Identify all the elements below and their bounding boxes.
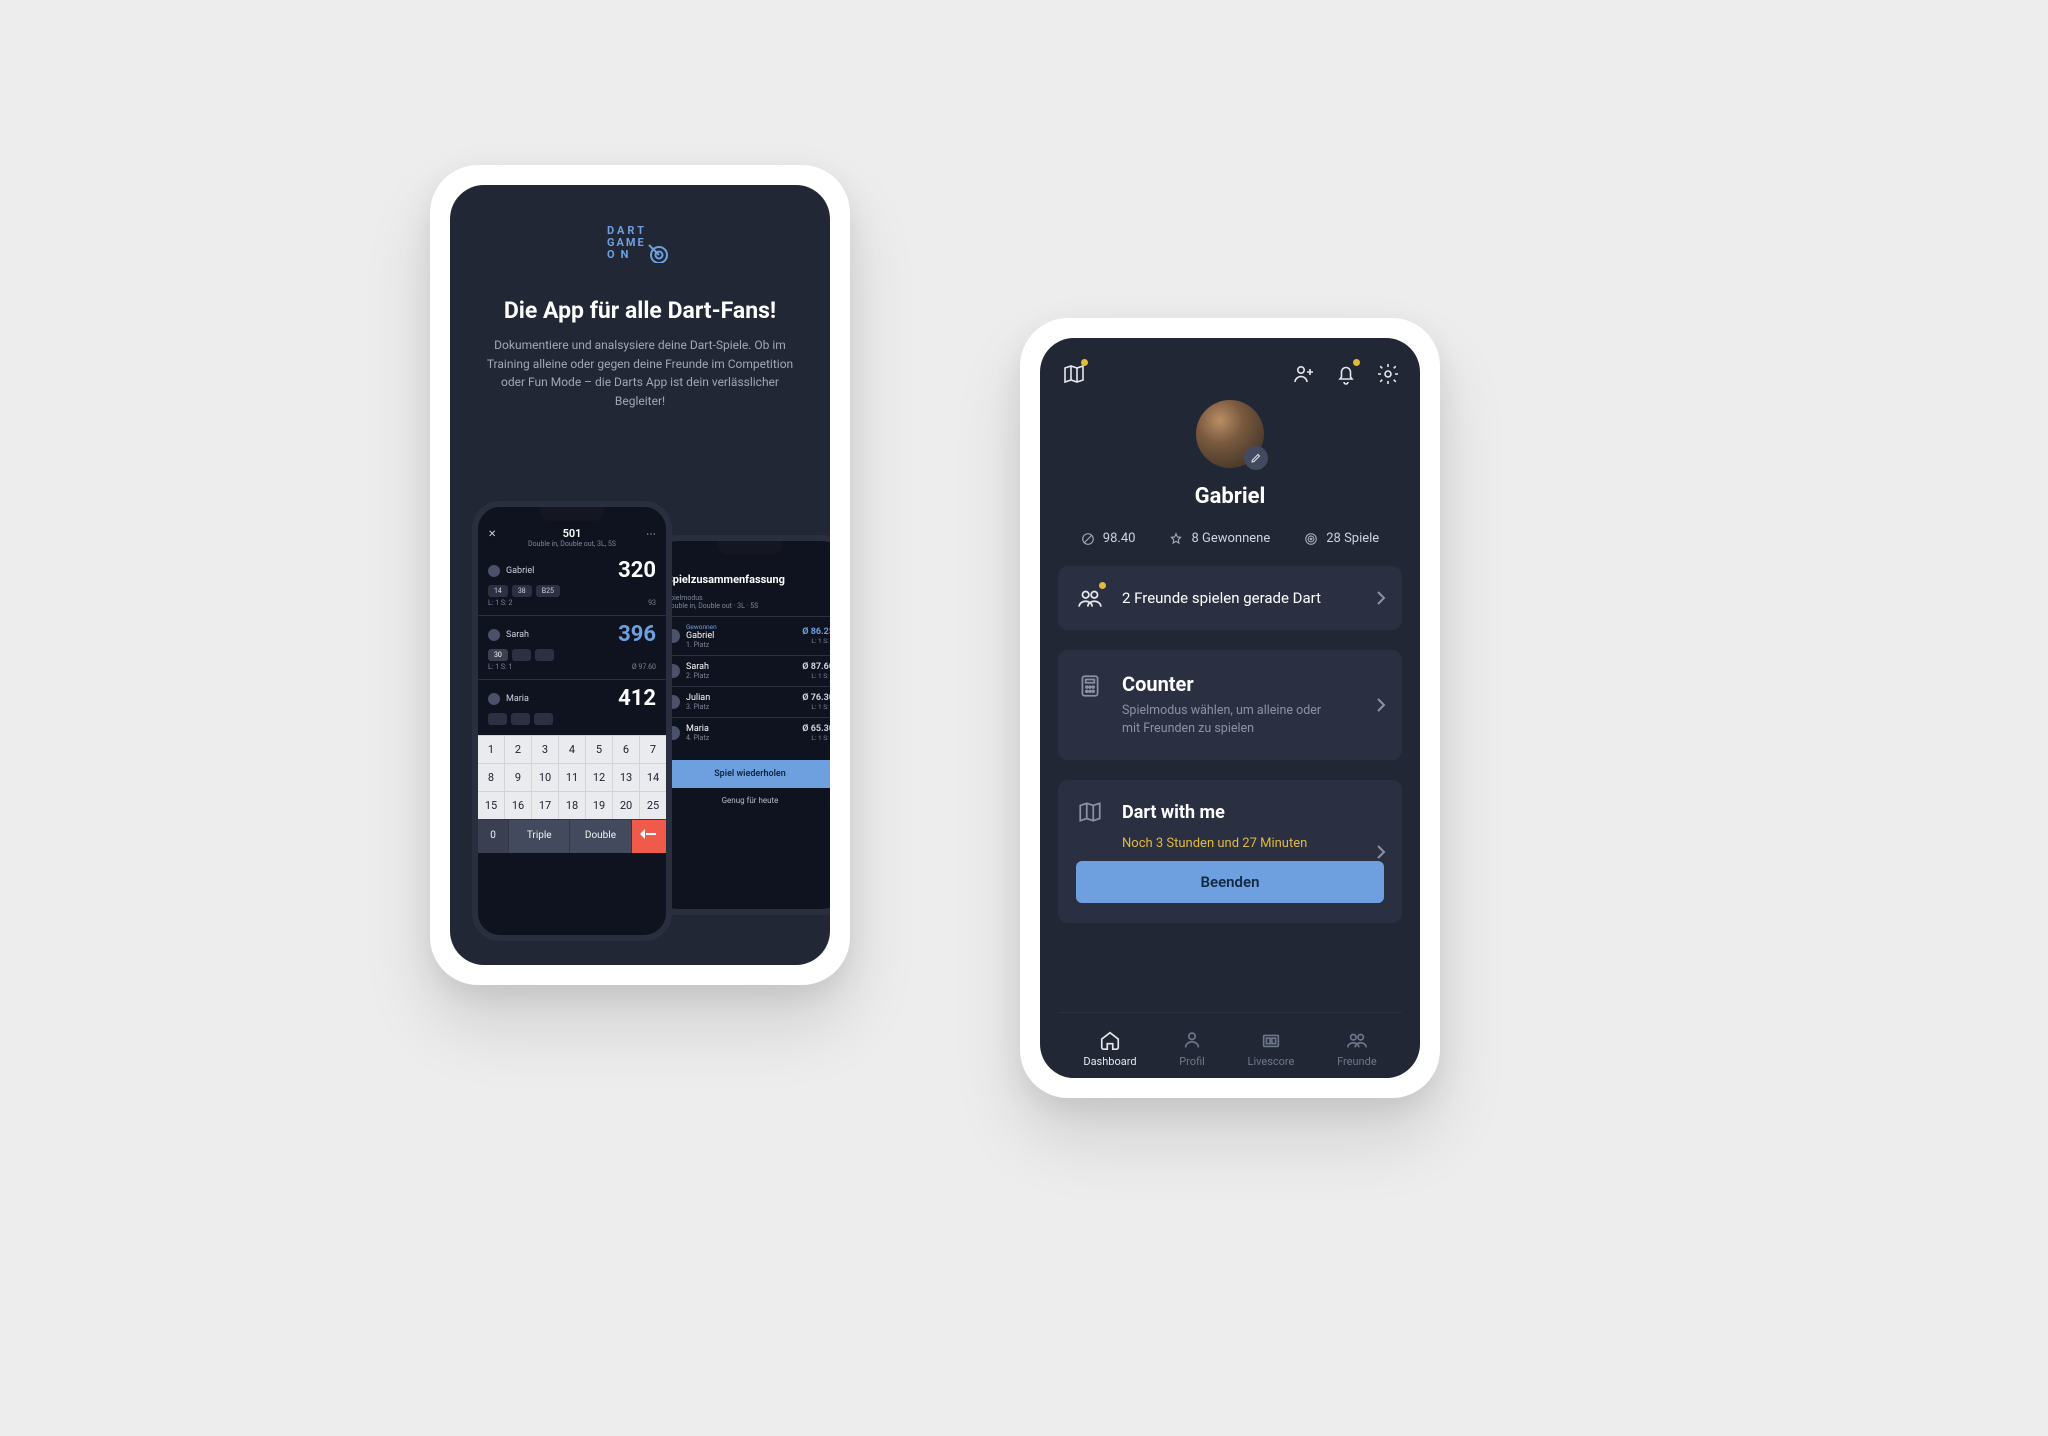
avg-icon: [1081, 532, 1095, 546]
friends-icon: [1346, 1029, 1368, 1051]
star-icon: [1169, 532, 1183, 546]
more-icon[interactable]: ⋯: [646, 529, 656, 540]
mockup-scoreboard-phone: ✕ 501 Double in, Double out, 3L, 5S ⋯ Ga…: [472, 501, 672, 941]
profile-header: Gabriel: [1058, 400, 1402, 509]
users-icon: [1076, 584, 1104, 612]
tab-livescore[interactable]: Livescore: [1248, 1029, 1295, 1068]
end-button[interactable]: Beenden: [1076, 861, 1384, 903]
logo-line3: ON: [607, 248, 634, 261]
stat-wins: 8 Gewonnene: [1169, 531, 1270, 546]
chevron-right-icon: [1376, 590, 1386, 606]
key-7[interactable]: 7: [640, 735, 666, 763]
tab-freunde[interactable]: Freunde: [1337, 1029, 1377, 1068]
keypad: 1 2 3 4 5 6 7 8 9 10 11: [478, 735, 666, 853]
key-zero[interactable]: 0: [478, 819, 509, 853]
enter-icon: [642, 830, 656, 840]
nested-mockups: Spielzusammenfassung SpielmodusDouble in…: [450, 493, 830, 947]
key-5[interactable]: 5: [586, 735, 613, 763]
tab-dashboard[interactable]: Dashboard: [1083, 1029, 1136, 1068]
chevron-right-icon[interactable]: [1376, 844, 1386, 860]
headline: Die App für alle Dart-Fans!: [472, 297, 808, 324]
key-4[interactable]: 4: [559, 735, 586, 763]
right-phone-screen: Gabriel 98.40 8 Gewonnene 28 Spiele: [1040, 338, 1420, 1078]
username: Gabriel: [1058, 484, 1402, 509]
home-icon: [1099, 1029, 1121, 1051]
app-logo: DART GAME ON: [472, 223, 808, 267]
key-double[interactable]: Double: [570, 819, 631, 853]
key-3[interactable]: 3: [532, 735, 559, 763]
user-icon: [1181, 1029, 1203, 1051]
stat-games: 28 Spiele: [1304, 531, 1379, 546]
counter-title: Counter: [1122, 672, 1342, 696]
dart-with-me-time: Noch 3 Stunden und 27 Minuten: [1076, 836, 1384, 851]
tabbar: Dashboard Profil Livescore Freunde: [1058, 1012, 1402, 1078]
stats-row: 98.40 8 Gewonnene 28 Spiele: [1058, 531, 1402, 546]
calculator-icon: [1076, 672, 1104, 700]
map-icon: [1076, 798, 1104, 826]
topbar: [1058, 356, 1402, 394]
right-phone-frame: Gabriel 98.40 8 Gewonnene 28 Spiele: [1020, 318, 1440, 1098]
badge-dot-icon: [1353, 359, 1360, 366]
key-enter[interactable]: [632, 819, 666, 853]
left-phone-screen: DART GAME ON Die App für alle Dart-Fans!…: [450, 185, 830, 965]
target-icon: [1304, 532, 1318, 546]
mockup-summary-phone: Spielzusammenfassung SpielmodusDouble in…: [650, 535, 830, 915]
badge-dot-icon: [1081, 359, 1088, 366]
friends-playing-card[interactable]: 2 Freunde spielen gerade Dart: [1058, 566, 1402, 630]
close-icon[interactable]: ✕: [488, 529, 496, 540]
edit-avatar-button[interactable]: [1244, 446, 1268, 470]
counter-card[interactable]: Counter Spielmodus wählen, um alleine od…: [1058, 650, 1402, 760]
key-1[interactable]: 1: [478, 735, 505, 763]
repeat-game-button[interactable]: Spiel wiederholen: [666, 760, 830, 788]
subline: Dokumentiere und analsysiere deine Dart-…: [472, 336, 808, 410]
score-icon: [1260, 1029, 1282, 1051]
gear-icon[interactable]: [1376, 362, 1398, 384]
counter-desc: Spielmodus wählen, um alleine oder mit F…: [1122, 702, 1342, 738]
chevron-right-icon: [1376, 697, 1386, 713]
enough-for-today-link[interactable]: Genug für heute: [656, 796, 830, 815]
stat-avg: 98.40: [1081, 531, 1136, 546]
map-pin-icon[interactable]: [1062, 362, 1084, 384]
tab-profil[interactable]: Profil: [1179, 1029, 1205, 1068]
dart-with-me-card: Dart with me Noch 3 Stunden und 27 Minut…: [1058, 780, 1402, 923]
badge-dot-icon: [1099, 582, 1106, 589]
key-2[interactable]: 2: [505, 735, 532, 763]
key-triple[interactable]: Triple: [509, 819, 570, 853]
add-friend-icon[interactable]: [1292, 362, 1314, 384]
bell-icon[interactable]: [1334, 362, 1356, 384]
left-phone-frame: DART GAME ON Die App für alle Dart-Fans!…: [430, 165, 850, 985]
key-6[interactable]: 6: [613, 735, 640, 763]
